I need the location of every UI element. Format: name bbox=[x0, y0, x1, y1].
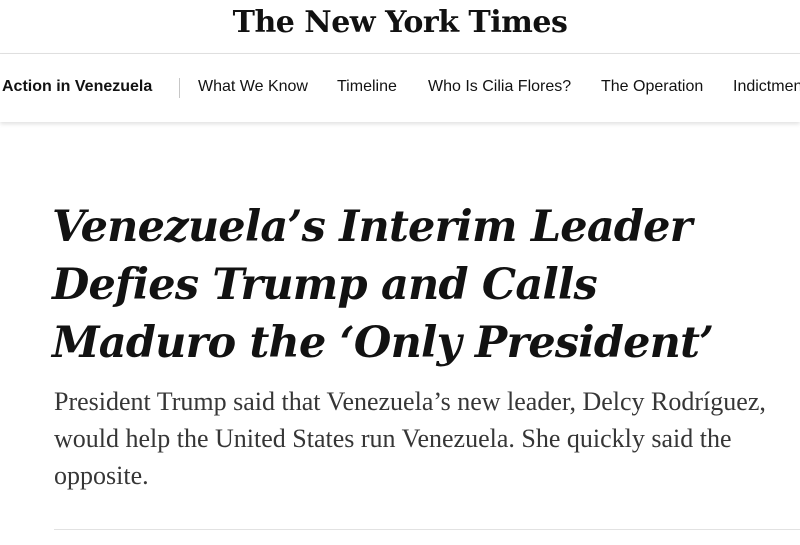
masthead: The New York Times bbox=[0, 0, 800, 54]
nav-link-the-operation[interactable]: The Operation bbox=[601, 78, 703, 96]
article-summary: President Trump said that Venezuela’s ne… bbox=[54, 387, 766, 490]
article-headline: Venezuela’s Interim Leader Defies Trump … bbox=[52, 202, 714, 368]
nav-link-timeline[interactable]: Timeline bbox=[337, 78, 397, 96]
nav-divider bbox=[179, 78, 180, 98]
nav-link-what-we-know[interactable]: What We Know bbox=[198, 78, 308, 96]
nyt-logo[interactable]: The New York Times bbox=[0, 5, 800, 40]
nav-section-label[interactable]: Action in Venezuela bbox=[2, 78, 152, 96]
nav-link-indictment[interactable]: Indictment bbox=[733, 78, 800, 96]
section-divider bbox=[54, 529, 800, 530]
story-nav-bar: Action in Venezuela What We Know Timelin… bbox=[0, 54, 800, 122]
nav-link-cilia-flores[interactable]: Who Is Cilia Flores? bbox=[428, 78, 571, 96]
